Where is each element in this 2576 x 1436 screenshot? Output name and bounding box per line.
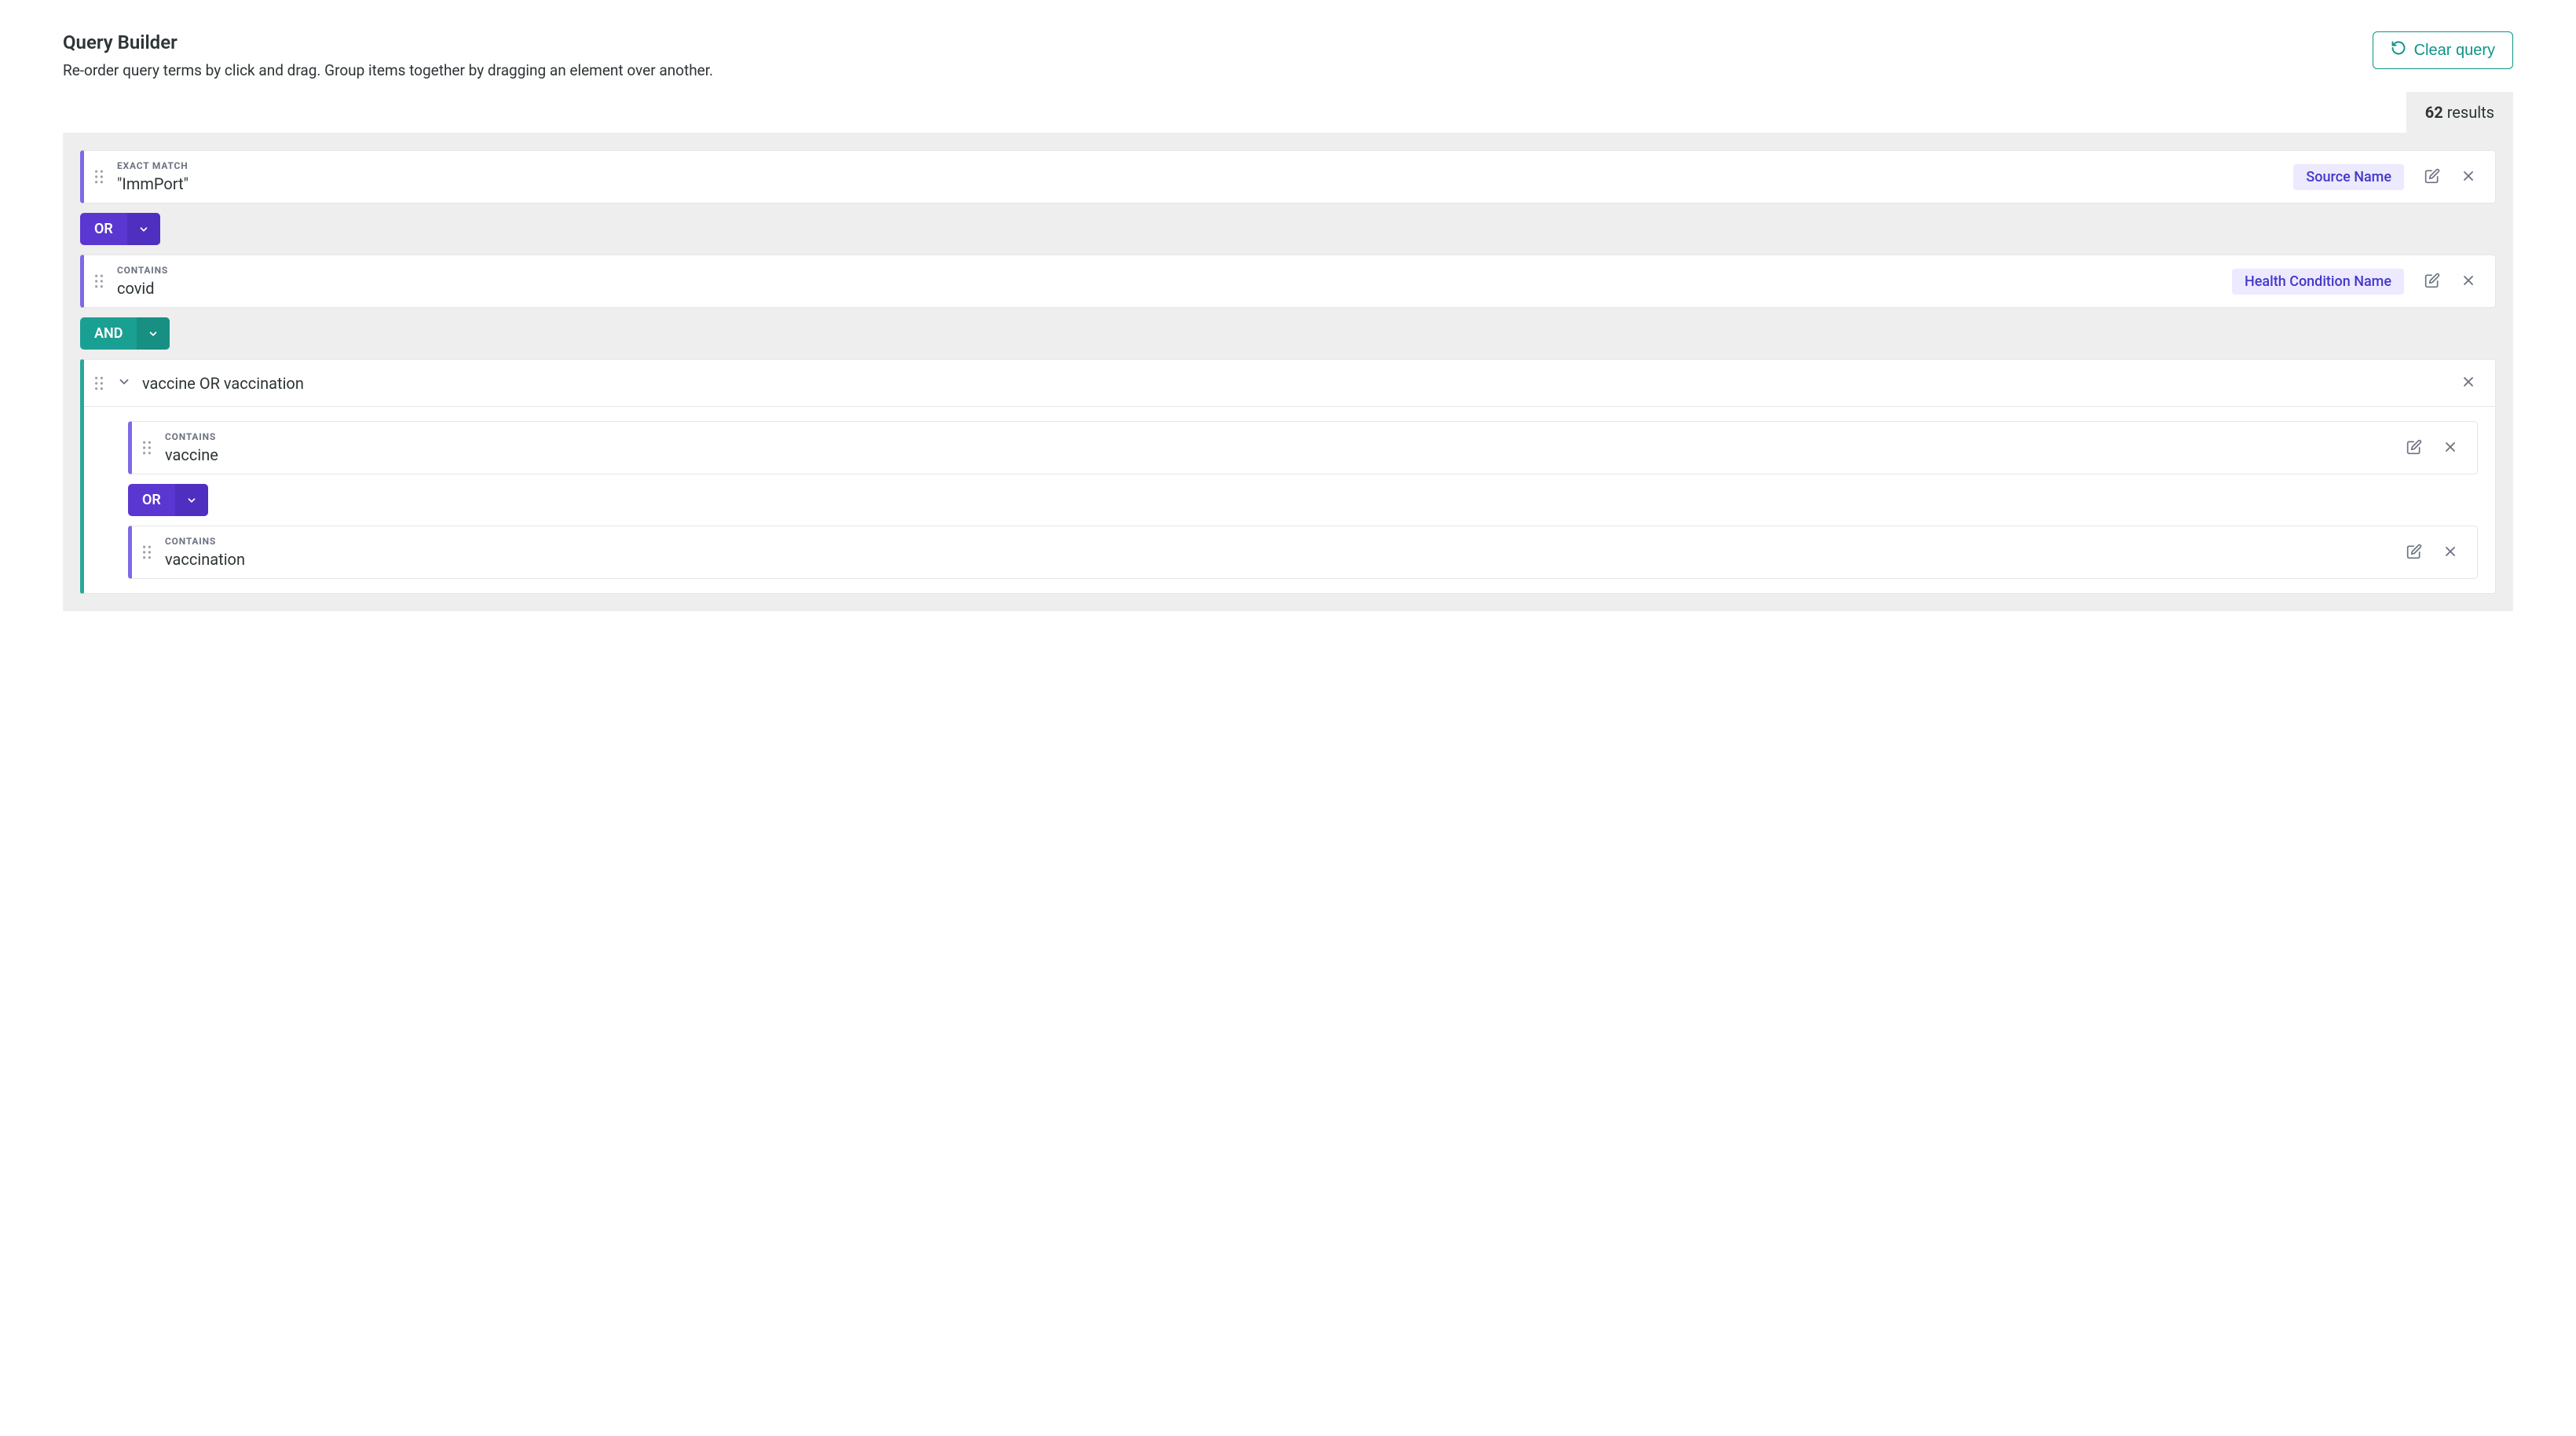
match-type-label: CONTAINS — [165, 536, 2391, 547]
drag-handle-icon[interactable] — [140, 441, 154, 455]
edit-icon — [2406, 544, 2422, 562]
term-value: covid — [117, 279, 2221, 298]
remove-group-button[interactable] — [2456, 369, 2481, 397]
query-canvas: EXACT MATCH "ImmPort" Source Name OR CON… — [63, 133, 2513, 611]
results-label: results — [2447, 103, 2494, 122]
edit-icon — [2424, 273, 2440, 291]
remove-term-button[interactable] — [2456, 163, 2481, 191]
close-icon — [2442, 544, 2458, 562]
operator-or-dropdown[interactable]: OR — [128, 484, 208, 516]
clear-query-button[interactable]: Clear query — [2373, 31, 2513, 69]
edit-icon — [2406, 439, 2422, 457]
term-value: "ImmPort" — [117, 174, 2282, 193]
drag-handle-icon[interactable] — [92, 170, 106, 184]
remove-term-button[interactable] — [2438, 539, 2463, 566]
group-body: CONTAINS vaccine OR — [84, 407, 2495, 593]
chevron-down-icon — [175, 484, 208, 516]
edit-term-button[interactable] — [2420, 268, 2445, 295]
match-type-label: CONTAINS — [165, 431, 2391, 442]
edit-term-button[interactable] — [2402, 434, 2427, 462]
match-type-label: EXACT MATCH — [117, 160, 2282, 171]
edit-term-button[interactable] — [2420, 163, 2445, 191]
chevron-down-icon — [127, 213, 160, 245]
edit-term-button[interactable] — [2402, 539, 2427, 566]
edit-icon — [2424, 168, 2440, 186]
drag-handle-icon[interactable] — [92, 274, 106, 288]
query-term[interactable]: CONTAINS vaccination — [128, 526, 2478, 579]
query-term[interactable]: CONTAINS vaccine — [128, 421, 2478, 474]
results-bar: 62 results — [63, 92, 2513, 133]
close-icon — [2461, 273, 2476, 291]
operator-label: OR — [80, 213, 127, 245]
close-icon — [2442, 439, 2458, 457]
term-value: vaccine — [165, 445, 2391, 464]
field-tag: Source Name — [2293, 164, 2404, 190]
clear-query-label: Clear query — [2414, 42, 2495, 60]
results-count: 62 — [2425, 103, 2443, 122]
operator-label: AND — [80, 317, 137, 350]
page-title: Query Builder — [63, 31, 2373, 53]
results-count-pill: 62 results — [2406, 92, 2513, 133]
match-type-label: CONTAINS — [117, 265, 2221, 276]
query-term[interactable]: CONTAINS covid Health Condition Name — [80, 255, 2496, 308]
drag-handle-icon[interactable] — [140, 545, 154, 559]
term-value: vaccination — [165, 550, 2391, 569]
drag-handle-icon[interactable] — [92, 376, 106, 390]
undo-icon — [2391, 40, 2406, 60]
chevron-down-icon — [117, 375, 131, 391]
remove-term-button[interactable] — [2438, 434, 2463, 462]
remove-term-button[interactable] — [2456, 268, 2481, 295]
query-group[interactable]: vaccine OR vaccination CONTAINS vaccine — [80, 359, 2496, 594]
operator-label: OR — [128, 484, 175, 516]
close-icon — [2461, 374, 2476, 392]
close-icon — [2461, 168, 2476, 186]
group-header[interactable]: vaccine OR vaccination — [84, 360, 2495, 407]
page-subtitle: Re-order query terms by click and drag. … — [63, 61, 2373, 79]
field-tag: Health Condition Name — [2232, 269, 2404, 295]
operator-or-dropdown[interactable]: OR — [80, 213, 160, 245]
collapse-group-button[interactable] — [114, 372, 134, 394]
chevron-down-icon — [137, 317, 170, 350]
operator-and-dropdown[interactable]: AND — [80, 317, 170, 350]
group-summary: vaccine OR vaccination — [142, 374, 2448, 393]
query-term[interactable]: EXACT MATCH "ImmPort" Source Name — [80, 150, 2496, 203]
